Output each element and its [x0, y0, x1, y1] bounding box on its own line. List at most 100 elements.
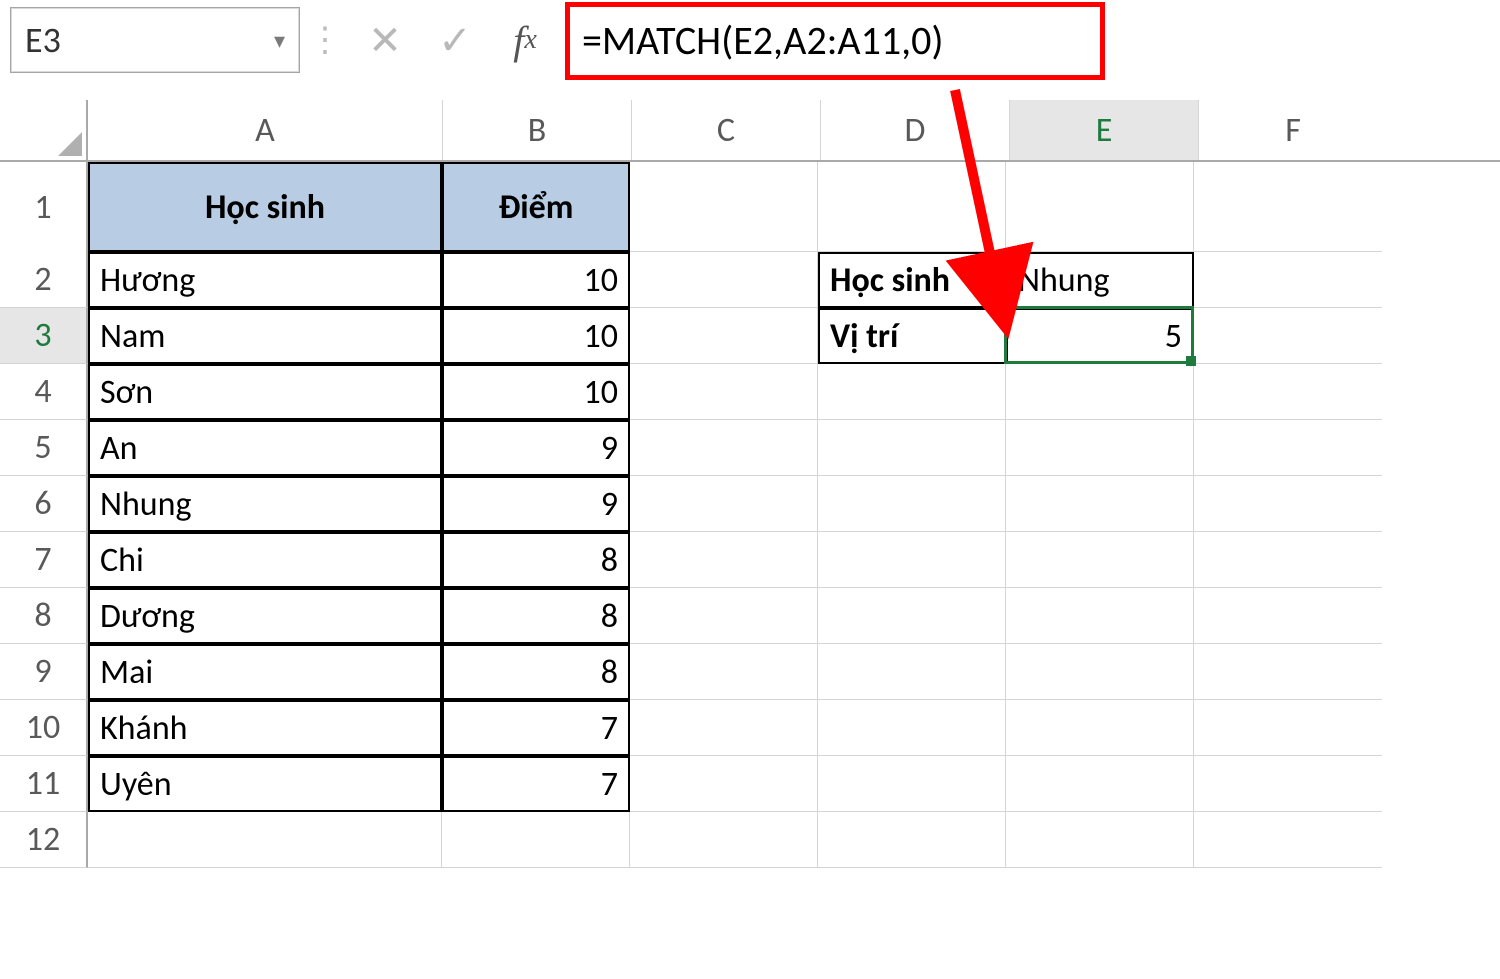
cell-F8[interactable]	[1194, 588, 1382, 644]
fx-icon[interactable]: fx	[490, 7, 560, 73]
cell-E5[interactable]	[1006, 420, 1194, 476]
name-box-dropdown-icon[interactable]: ▾	[274, 27, 285, 54]
cell-B10[interactable]: 7	[442, 700, 630, 756]
column-header-C[interactable]: C	[632, 100, 821, 160]
cell-F9[interactable]	[1194, 644, 1382, 700]
cell-C4[interactable]	[630, 364, 818, 420]
cell-E4[interactable]	[1006, 364, 1194, 420]
row-header-10[interactable]: 10	[0, 700, 88, 756]
cell-E6[interactable]	[1006, 476, 1194, 532]
cell-B11[interactable]: 7	[442, 756, 630, 812]
cell-E2[interactable]: Nhung	[1006, 252, 1194, 308]
column-header-F[interactable]: F	[1199, 100, 1387, 160]
row-header-12[interactable]: 12	[0, 812, 88, 868]
row-header-1[interactable]: 1	[0, 162, 88, 253]
cell-C11[interactable]	[630, 756, 818, 812]
table-row: 9 Mai 8	[0, 644, 1500, 700]
cell-A1[interactable]: Học sinh	[88, 162, 442, 252]
cell-F7[interactable]	[1194, 532, 1382, 588]
cell-D11[interactable]	[818, 756, 1006, 812]
cell-C12[interactable]	[630, 812, 818, 868]
name-box-value: E3	[25, 18, 61, 62]
cell-A6[interactable]: Nhung	[88, 476, 442, 532]
cell-D4[interactable]	[818, 364, 1006, 420]
row-header-11[interactable]: 11	[0, 756, 88, 812]
cell-F3[interactable]	[1194, 308, 1382, 364]
row-header-3[interactable]: 3	[0, 308, 88, 364]
enter-icon[interactable]: ✓	[420, 7, 490, 73]
cell-A3[interactable]: Nam	[88, 308, 442, 364]
cell-A9[interactable]: Mai	[88, 644, 442, 700]
cell-A12[interactable]	[88, 812, 442, 868]
cancel-icon[interactable]: ✕	[350, 7, 420, 73]
cell-A5[interactable]: An	[88, 420, 442, 476]
row-header-4[interactable]: 4	[0, 364, 88, 420]
cell-B12[interactable]	[442, 812, 630, 868]
cell-D1[interactable]	[818, 162, 1006, 252]
cell-A4[interactable]: Sơn	[88, 364, 442, 420]
cell-D8[interactable]	[818, 588, 1006, 644]
cell-A10[interactable]: Khánh	[88, 700, 442, 756]
cell-B4[interactable]: 10	[442, 364, 630, 420]
cell-B1[interactable]: Điểm	[442, 162, 630, 252]
formula-input[interactable]: =MATCH(E2,A2:A11,0)	[560, 7, 1500, 73]
cell-C2[interactable]	[630, 252, 818, 308]
cell-E10[interactable]	[1006, 700, 1194, 756]
cell-F12[interactable]	[1194, 812, 1382, 868]
cell-C5[interactable]	[630, 420, 818, 476]
cell-E12[interactable]	[1006, 812, 1194, 868]
cell-F10[interactable]	[1194, 700, 1382, 756]
cell-B2[interactable]: 10	[442, 252, 630, 308]
cell-E8[interactable]	[1006, 588, 1194, 644]
name-box[interactable]: E3 ▾	[10, 7, 300, 73]
cell-E1[interactable]	[1006, 162, 1194, 252]
cell-F4[interactable]	[1194, 364, 1382, 420]
column-header-E[interactable]: E	[1010, 100, 1199, 160]
cell-F11[interactable]	[1194, 756, 1382, 812]
row-header-6[interactable]: 6	[0, 476, 88, 532]
row-header-9[interactable]: 9	[0, 644, 88, 700]
cell-B6[interactable]: 9	[442, 476, 630, 532]
cell-C3[interactable]	[630, 308, 818, 364]
cell-C8[interactable]	[630, 588, 818, 644]
cell-F5[interactable]	[1194, 420, 1382, 476]
row-header-7[interactable]: 7	[0, 532, 88, 588]
column-header-B[interactable]: B	[443, 100, 632, 160]
select-all-corner[interactable]	[0, 100, 88, 160]
row-header-2[interactable]: 2	[0, 252, 88, 308]
cell-F6[interactable]	[1194, 476, 1382, 532]
cell-D7[interactable]	[818, 532, 1006, 588]
column-header-A[interactable]: A	[88, 100, 443, 160]
cell-D2[interactable]: Học sinh	[818, 252, 1006, 308]
cell-B7[interactable]: 8	[442, 532, 630, 588]
cell-D6[interactable]	[818, 476, 1006, 532]
cell-D5[interactable]	[818, 420, 1006, 476]
cell-D12[interactable]	[818, 812, 1006, 868]
cell-F2[interactable]	[1194, 252, 1382, 308]
cell-C6[interactable]	[630, 476, 818, 532]
cell-B5[interactable]: 9	[442, 420, 630, 476]
row-header-5[interactable]: 5	[0, 420, 88, 476]
cell-E9[interactable]	[1006, 644, 1194, 700]
cell-C7[interactable]	[630, 532, 818, 588]
column-header-D[interactable]: D	[821, 100, 1010, 160]
cell-D3[interactable]: Vị trí	[818, 308, 1006, 364]
cell-B9[interactable]: 8	[442, 644, 630, 700]
cell-A11[interactable]: Uyên	[88, 756, 442, 812]
cell-E7[interactable]	[1006, 532, 1194, 588]
cell-A2[interactable]: Hương	[88, 252, 442, 308]
cell-C1[interactable]	[630, 162, 818, 252]
row-header-8[interactable]: 8	[0, 588, 88, 644]
cell-F1[interactable]	[1194, 162, 1382, 252]
cell-E11[interactable]	[1006, 756, 1194, 812]
cell-A8[interactable]: Dương	[88, 588, 442, 644]
cell-D9[interactable]	[818, 644, 1006, 700]
cell-B3[interactable]: 10	[442, 308, 630, 364]
cell-C9[interactable]	[630, 644, 818, 700]
cell-B8[interactable]: 8	[442, 588, 630, 644]
cell-A7[interactable]: Chi	[88, 532, 442, 588]
table-row: 7 Chi 8	[0, 532, 1500, 588]
cell-D10[interactable]	[818, 700, 1006, 756]
cell-E3[interactable]: 5	[1006, 308, 1194, 364]
cell-C10[interactable]	[630, 700, 818, 756]
